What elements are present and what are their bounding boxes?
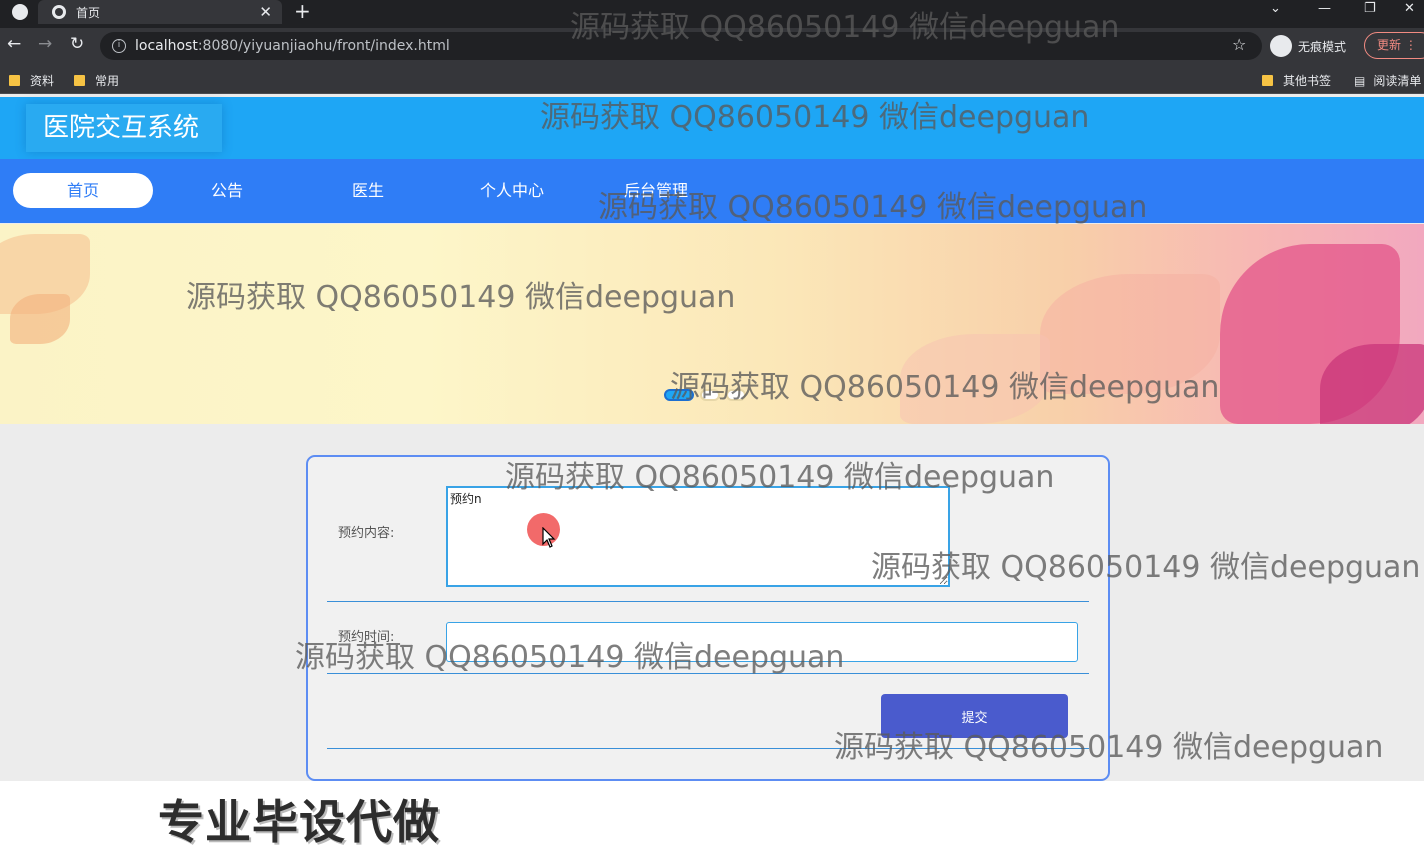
update-label: 更新 — [1377, 38, 1402, 52]
appointment-content-textarea[interactable] — [446, 486, 950, 587]
browser-tab-strip: 首页 ✕ + ⌄ — ❐ ✕ — [0, 0, 1424, 28]
promo-overlay-text: 专业毕设代做 — [158, 795, 440, 849]
banner-petal — [900, 334, 1050, 424]
update-button[interactable]: 更新 ⋮ — [1364, 32, 1424, 59]
reading-list[interactable]: ▤ 阅读清单 — [1354, 72, 1421, 89]
carousel-dot[interactable] — [726, 389, 746, 401]
restore-icon[interactable]: ❐ — [1364, 0, 1376, 18]
divider — [327, 748, 1089, 749]
folder-icon — [1262, 75, 1273, 86]
site-title: 医院交互系统 — [26, 104, 222, 152]
carousel-indicators — [664, 389, 746, 401]
carousel-dot[interactable] — [664, 389, 694, 401]
address-bar[interactable]: i localhost:8080/yiyuanjiaohu/front/inde… — [100, 32, 1262, 60]
banner-petal — [1040, 274, 1220, 394]
bookmark-label: 其他书签 — [1283, 74, 1332, 88]
close-tab-icon[interactable]: ✕ — [259, 3, 272, 21]
folder-icon — [74, 75, 85, 86]
browser-toolbar: ← → ↻ i localhost:8080/yiyuanjiaohu/fron… — [0, 28, 1424, 64]
browser-tab[interactable]: 首页 ✕ — [38, 0, 282, 24]
nav-doctors[interactable]: 医生 — [328, 173, 408, 208]
minimize-icon[interactable]: — — [1318, 0, 1331, 18]
site-info-icon[interactable]: i — [112, 39, 126, 53]
bookmark-label: 资料 — [30, 74, 55, 88]
banner-flower — [1320, 344, 1424, 424]
url-path: :8080/yiyuanjiaohu/front/index.html — [197, 38, 450, 54]
globe-icon — [52, 5, 66, 19]
back-icon[interactable]: ← — [7, 34, 21, 54]
close-window-icon[interactable]: ✕ — [1404, 0, 1415, 18]
nav-home[interactable]: 首页 — [13, 173, 153, 208]
nav-announcements[interactable]: 公告 — [187, 173, 267, 208]
divider — [327, 601, 1089, 602]
bookmark-label: 常用 — [95, 74, 120, 88]
incognito-label: 无痕模式 — [1298, 39, 1347, 54]
tab-search-icon[interactable]: ⌄ — [1270, 0, 1281, 18]
bookmark-folder-other[interactable]: 其他书签 — [1262, 72, 1331, 89]
bookmark-label: 阅读清单 — [1373, 74, 1422, 88]
banner-petal — [10, 294, 70, 344]
incognito-icon — [1270, 35, 1292, 57]
divider — [327, 673, 1089, 674]
bookmark-folder-changyong[interactable]: 常用 — [74, 72, 119, 89]
incognito-indicator[interactable]: 无痕模式 — [1270, 35, 1346, 57]
tab-title: 首页 — [76, 5, 101, 20]
nav-admin[interactable]: 后台管理 — [606, 173, 706, 208]
new-tab-icon[interactable]: + — [294, 0, 311, 22]
carousel-dot[interactable] — [700, 389, 720, 401]
mouse-pointer-icon — [542, 527, 556, 548]
bookmark-folder-ziliao[interactable]: 资料 — [9, 72, 54, 89]
nav-personal-center[interactable]: 个人中心 — [462, 173, 562, 208]
forward-icon[interactable]: → — [38, 34, 52, 54]
bookmark-star-icon[interactable]: ☆ — [1232, 35, 1246, 54]
reload-icon[interactable]: ↻ — [70, 34, 84, 54]
time-label: 预约时间: — [338, 630, 395, 645]
content-label: 预约内容: — [338, 526, 395, 541]
url-host: localhost — [135, 38, 198, 54]
appointment-time-input[interactable] — [446, 622, 1078, 662]
browser-menu-icon[interactable] — [12, 4, 28, 20]
folder-icon — [9, 75, 20, 86]
submit-button[interactable]: 提交 — [881, 694, 1068, 738]
bookmarks-bar: 资料 常用 其他书签 ▤ 阅读清单 — [0, 64, 1424, 94]
reading-list-icon: ▤ — [1354, 73, 1366, 88]
